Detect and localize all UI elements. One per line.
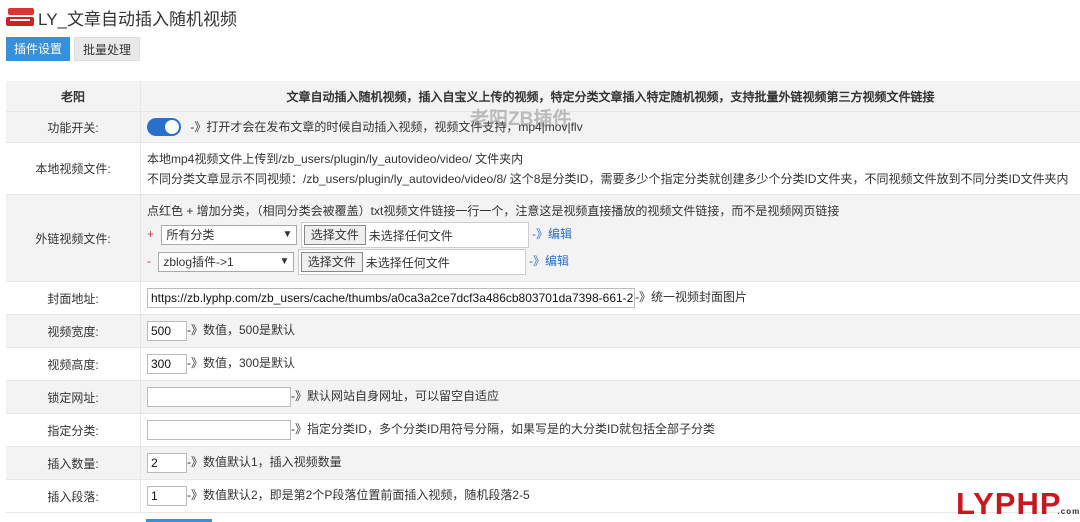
chevron-down-icon: ▼ <box>279 256 290 267</box>
cover-url-input[interactable]: https://zb.lyphp.com/zb_users/cache/thum… <box>147 288 635 308</box>
external-item-2: - zblog插件->1 ▼ 选择文件 未选择任何文件 -》编辑 <box>147 249 1080 275</box>
edit-link-2[interactable]: -》编辑 <box>529 254 569 268</box>
file-input-2[interactable]: 选择文件 未选择任何文件 <box>297 249 526 275</box>
lock-url-input[interactable] <box>147 387 291 407</box>
height-label: 视频高度: <box>6 347 141 381</box>
row-lock-url: 锁定网址: -》默认网站自身网址，可以留空自适应 <box>6 380 1080 414</box>
paragraph-hint: -》数值默认2，即是第2个P段落位置前面插入视频，随机段落2-5 <box>187 488 530 503</box>
choose-file-button-2[interactable]: 选择文件 <box>300 252 363 272</box>
width-label: 视频宽度: <box>6 314 141 348</box>
category-select-1[interactable]: 所有分类 ▼ <box>161 225 298 245</box>
plugin-logo-icon <box>6 6 36 28</box>
feature-toggle[interactable] <box>147 118 181 137</box>
row-width: 视频宽度: 500 -》数值，500是默认 <box>6 314 1080 348</box>
tab-plugin-settings[interactable]: 插件设置 <box>6 37 71 61</box>
tab-batch-process[interactable]: 批量处理 <box>74 37 141 61</box>
local-video-line1: 本地mp4视频文件上传到/zb_users/plugin/ly_autovide… <box>147 151 524 166</box>
row-external-video: 外链视频文件: 点红色 + 增加分类，（相同分类会被覆盖）txt视频文件链接一行… <box>6 194 1080 282</box>
row-switch: 功能开关: -》打开才会在发布文章的时候自动插入视频，视频文件支持，mp4|mo… <box>6 111 1080 143</box>
title-bar: LY_文章自动插入随机视频 <box>6 4 237 30</box>
category-label: 指定分类: <box>6 413 141 447</box>
lock-url-hint: -》默认网站自身网址，可以留空自适应 <box>291 389 499 404</box>
tab-bar: 插件设置 批量处理 <box>6 37 144 61</box>
switch-label: 功能开关: <box>6 111 141 143</box>
settings-table: 老阳 文章自动插入随机视频，插入自宝义上传的视频，特定分类文章插入特定随机视频，… <box>6 81 1080 513</box>
header-description: 文章自动插入随机视频，插入自宝义上传的视频，特定分类文章插入特定随机视频，支持批… <box>140 81 1080 112</box>
row-cover: 封面地址: https://zb.lyphp.com/zb_users/cach… <box>6 281 1080 315</box>
external-video-desc: 点红色 + 增加分类，（相同分类会被覆盖）txt视频文件链接一行一个，注意这是视… <box>147 204 840 218</box>
local-video-line2: 不同分类文章显示不同视频：/zb_users/plugin/ly_autovid… <box>147 171 1069 186</box>
chevron-down-icon: ▼ <box>282 229 293 240</box>
width-hint: -》数值，500是默认 <box>187 323 296 338</box>
count-label: 插入数量: <box>6 446 141 480</box>
cover-hint: -》统一视频封面图片 <box>635 290 747 305</box>
row-local-video: 本地视频文件: 本地mp4视频文件上传到/zb_users/plugin/ly_… <box>6 142 1080 195</box>
edit-link-1[interactable]: -》编辑 <box>532 227 572 241</box>
brand-logo: LYPHP.com <box>956 486 1080 521</box>
paragraph-input[interactable]: 1 <box>147 486 187 506</box>
category-select-2[interactable]: zblog插件->1 ▼ <box>158 252 295 272</box>
no-file-text-1: 未选择任何文件 <box>368 228 453 243</box>
row-count: 插入数量: 2 -》数值默认1，插入视频数量 <box>6 446 1080 480</box>
row-height: 视频高度: 300 -》数值，300是默认 <box>6 347 1080 381</box>
height-hint: -》数值，300是默认 <box>187 356 296 371</box>
category-input[interactable] <box>147 420 291 440</box>
height-input[interactable]: 300 <box>147 354 187 374</box>
external-video-label: 外链视频文件: <box>6 194 141 282</box>
switch-hint: -》打开才会在发布文章的时候自动插入视频，视频文件支持，mp4|mov|flv <box>190 119 583 134</box>
count-hint: -》数值默认1，插入视频数量 <box>187 455 342 470</box>
no-file-text-2: 未选择任何文件 <box>365 255 450 270</box>
file-input-1[interactable]: 选择文件 未选择任何文件 <box>300 222 529 248</box>
add-category-button[interactable]: + <box>147 227 154 241</box>
choose-file-button-1[interactable]: 选择文件 <box>303 225 366 245</box>
paragraph-label: 插入段落: <box>6 479 141 513</box>
lock-url-label: 锁定网址: <box>6 380 141 414</box>
toggle-knob-icon <box>165 120 179 135</box>
page-title: LY_文章自动插入随机视频 <box>38 9 237 29</box>
row-category: 指定分类: -》指定分类ID，多个分类ID用符号分隔，如果写是的大分类ID就包括… <box>6 413 1080 447</box>
width-input[interactable]: 500 <box>147 321 187 341</box>
local-video-label: 本地视频文件: <box>6 142 141 195</box>
remove-category-button[interactable]: - <box>147 254 151 268</box>
table-header: 老阳 文章自动插入随机视频，插入自宝义上传的视频，特定分类文章插入特定随机视频，… <box>6 81 1080 112</box>
external-item-1: + 所有分类 ▼ 选择文件 未选择任何文件 -》编辑 <box>147 222 1080 248</box>
header-author: 老阳 <box>6 81 141 112</box>
row-paragraph: 插入段落: 1 -》数值默认2，即是第2个P段落位置前面插入视频，随机段落2-5 <box>6 479 1080 513</box>
cover-label: 封面地址: <box>6 281 141 315</box>
category-hint: -》指定分类ID，多个分类ID用符号分隔，如果写是的大分类ID就包括全部子分类 <box>291 422 715 437</box>
count-input[interactable]: 2 <box>147 453 187 473</box>
